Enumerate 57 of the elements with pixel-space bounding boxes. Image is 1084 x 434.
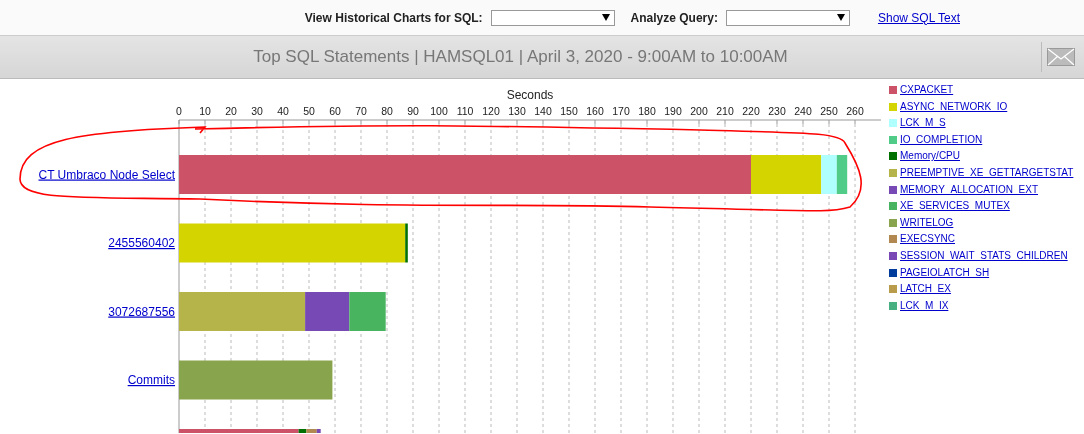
show-sql-link[interactable]: Show SQL Text (877, 10, 960, 25)
legend-link[interactable]: WRITELOG (900, 216, 954, 229)
tick-label: 160 (586, 105, 604, 117)
caret-icon (601, 14, 610, 21)
legend-link[interactable]: LCK_M_S (900, 117, 946, 130)
tick-label: 20 (225, 105, 237, 117)
legend-link[interactable]: XE_SERVICES_MUTEX (900, 200, 1010, 213)
tick-label: 190 (664, 105, 682, 117)
tick-label: 200 (690, 105, 708, 117)
category-link[interactable]: 3072687556 (108, 304, 175, 319)
legend-link[interactable]: IO_COMPLETION (900, 133, 983, 146)
tick-label: 240 (794, 105, 812, 117)
tick-label: 220 (742, 105, 760, 117)
tick-label: 40 (277, 105, 289, 117)
axis-title: Seconds (506, 88, 554, 102)
legend-link[interactable]: EXECSYNC (900, 233, 955, 246)
tick-label: 210 (716, 105, 734, 117)
legend-link[interactable]: ASYNC_NETWORK_IO (900, 100, 1008, 113)
tick-label: 10 (199, 105, 211, 117)
dropdown-field[interactable] (490, 9, 615, 26)
category-link[interactable]: 2455560402 (108, 236, 175, 250)
field-label: View Historical Charts for SQL: (304, 10, 483, 25)
tick-label: 150 (560, 105, 578, 117)
tick-label: 180 (638, 105, 656, 117)
chart-title: Top SQL Statements | HAMSQL01 | April 3, 2020 - 9:00AM to 10:00AM (252, 47, 789, 67)
caret-icon (836, 14, 845, 21)
legend-link[interactable]: PAGEIOLATCH_SH (900, 266, 990, 279)
bar-segment (349, 292, 386, 331)
tick-label: 100 (430, 105, 448, 117)
tick-label: 170 (612, 105, 630, 117)
legend-link[interactable]: PREEMPTIVE_XE_GETTARGETSTAT (900, 166, 1074, 179)
tick-label: 90 (407, 105, 419, 117)
legend-link[interactable]: LCK_M_IX (900, 299, 949, 312)
legend-link[interactable]: SESSION_WAIT_STATS_CHILDREN (900, 249, 1068, 262)
tick-label: 50 (303, 105, 315, 117)
tick-label: 140 (534, 105, 552, 117)
tick-label: 30 (251, 105, 263, 117)
tick-label: 80 (381, 105, 393, 117)
tick-label: 230 (768, 105, 786, 117)
tick-label: 0 (176, 105, 182, 117)
legend-link[interactable]: Memory/CPU (900, 150, 960, 163)
legend-link[interactable]: LATCH_EX (900, 283, 951, 296)
legend-link[interactable]: MEMORY_ALLOCATION_EXT (900, 183, 1038, 196)
category-link[interactable]: CT Umbraco Node Select (38, 167, 175, 182)
legend-link[interactable]: CXPACKET (900, 84, 954, 96)
dropdown-field[interactable] (725, 9, 850, 26)
tick-label: 70 (355, 105, 367, 117)
tick-label: 130 (508, 105, 526, 117)
tick-label: 110 (456, 105, 474, 117)
bar-segment (836, 155, 848, 194)
tick-label: 260 (846, 105, 864, 117)
mail-icon[interactable] (1047, 48, 1075, 66)
tick-label: 120 (482, 105, 500, 117)
category-link[interactable]: Commits (127, 373, 175, 387)
field-label: Analyze Query: (630, 10, 718, 25)
tick-label: 250 (820, 105, 838, 117)
tick-label: 60 (329, 105, 341, 117)
